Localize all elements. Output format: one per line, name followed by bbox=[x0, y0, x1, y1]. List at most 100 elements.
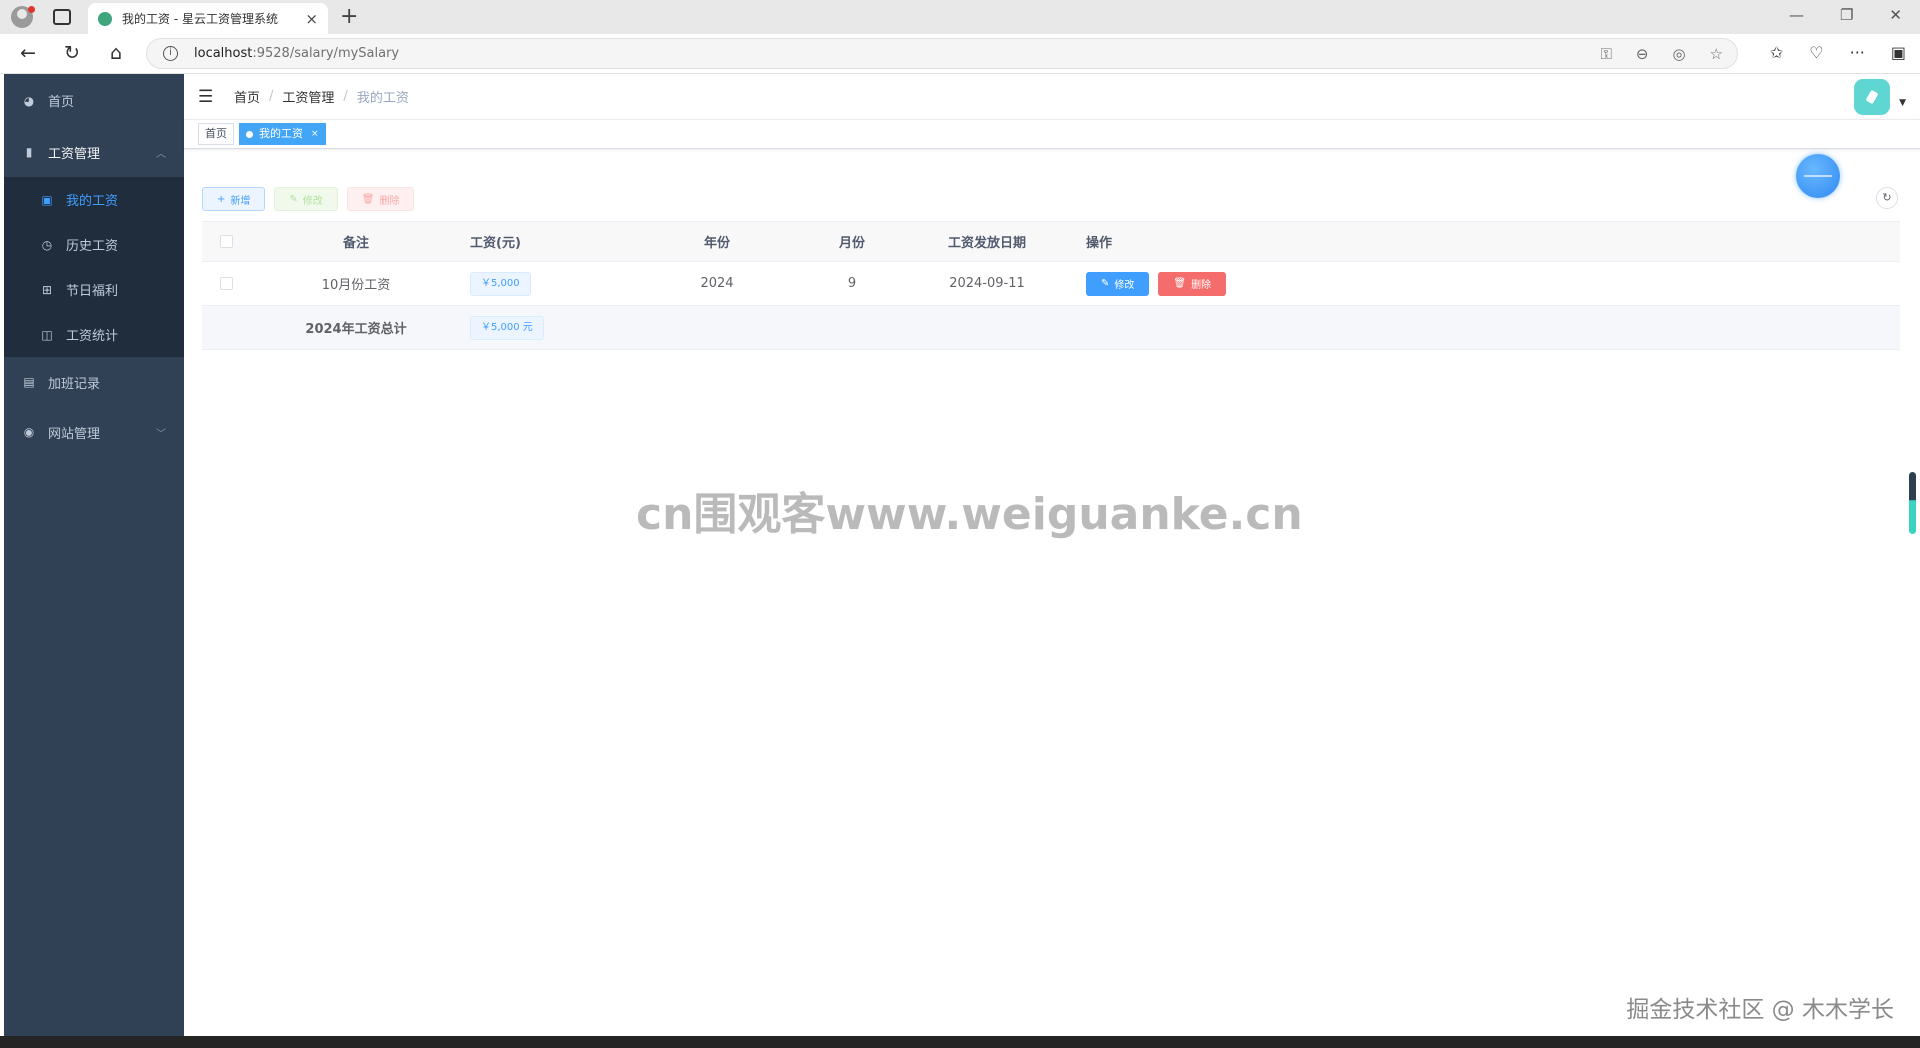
tag-home[interactable]: 首页 bbox=[198, 123, 234, 145]
sidebar-item-salary-stats[interactable]: ◫ 工资统计 bbox=[4, 312, 184, 357]
edit-button-label: 修改 bbox=[302, 195, 323, 207]
sidebar-item-label: 节日福利 bbox=[66, 284, 119, 299]
tab-actions-icon[interactable] bbox=[53, 9, 71, 25]
url-path: :9528/salary/mySalary bbox=[252, 46, 400, 61]
browser-tab[interactable]: 我的工资 - 星云工资管理系统 × bbox=[88, 3, 328, 34]
add-button-label: 新增 bbox=[230, 195, 251, 207]
favorite-star-icon[interactable]: ☆ bbox=[1710, 45, 1723, 63]
breadcrumb-current: 我的工资 bbox=[356, 91, 409, 106]
sidebar-group-salary[interactable]: ▮ 工资管理 ︿ bbox=[4, 127, 184, 177]
chevron-up-icon: ︿ bbox=[156, 148, 166, 160]
header-year: 年份 bbox=[703, 236, 730, 251]
tag-label: 我的工资 bbox=[259, 127, 303, 140]
clock-icon: ◷ bbox=[41, 237, 53, 252]
navbar: ☰ 首页 / 工资管理 / 我的工资 ▼ bbox=[184, 74, 1920, 120]
delete-button[interactable]: 🗑 删除 bbox=[346, 187, 415, 211]
favorites-icon[interactable]: ✩ bbox=[1770, 43, 1783, 62]
sidebar-item-my-salary[interactable]: ▣ 我的工资 bbox=[4, 177, 184, 222]
close-window-button[interactable]: ✕ bbox=[1889, 6, 1902, 24]
url-actions: ⚿ ⊖ ◎ ☆ bbox=[1600, 45, 1723, 63]
trash-icon: 🗑 bbox=[1173, 278, 1187, 289]
breadcrumb-home[interactable]: 首页 bbox=[234, 87, 260, 106]
sidebar-toggle-icon[interactable]: ▣ bbox=[1891, 43, 1906, 62]
reload-icon[interactable]: ↻ bbox=[60, 42, 84, 64]
url-host: localhost bbox=[194, 46, 253, 61]
credit-text: 掘金技术社区 @ 木木学长 bbox=[1626, 997, 1894, 1023]
notification-dot bbox=[28, 6, 35, 13]
sidebar-item-label: 网站管理 bbox=[48, 426, 101, 442]
row-checkbox[interactable] bbox=[219, 277, 233, 290]
floating-widget[interactable] bbox=[1796, 154, 1840, 198]
tag-close-icon[interactable]: × bbox=[311, 124, 319, 144]
cell-pay-date: 2024-09-11 bbox=[949, 276, 1025, 291]
row-edit-label: 修改 bbox=[1114, 280, 1135, 291]
taskbar-strip bbox=[0, 1036, 1920, 1048]
caret-down-icon[interactable]: ▼ bbox=[1899, 98, 1906, 108]
chart-icon: ▮ bbox=[25, 145, 33, 159]
translate-icon[interactable]: ◎ bbox=[1672, 45, 1685, 63]
avatar[interactable] bbox=[1854, 79, 1890, 115]
sidebar: ◕ 首页 ▮ 工资管理 ︿ ▣ 我的工资 ◷ 历史工资 ⊞ 节日福利 ◫ 工资统… bbox=[4, 74, 184, 1036]
cell-salary: ￥5,000 bbox=[470, 271, 531, 296]
breadcrumb-salary[interactable]: 工资管理 bbox=[282, 87, 334, 106]
edit-button[interactable]: ✎ 修改 bbox=[274, 187, 338, 211]
edit-icon: ✎ bbox=[289, 193, 298, 205]
row-delete-button[interactable]: 🗑 删除 bbox=[1158, 271, 1227, 296]
sidebar-item-label: 工资管理 bbox=[48, 146, 101, 162]
row-edit-button[interactable]: ✎ 修改 bbox=[1086, 271, 1150, 296]
hamburger-icon[interactable]: ☰ bbox=[198, 87, 218, 107]
tab-close-button[interactable]: × bbox=[305, 10, 318, 28]
zoom-out-icon[interactable]: ⊖ bbox=[1636, 45, 1649, 63]
site-info-icon[interactable]: i bbox=[163, 46, 178, 61]
plus-icon: + bbox=[217, 193, 226, 205]
active-dot bbox=[246, 130, 253, 138]
row-actions: ✎ 修改 🗑 删除 bbox=[1072, 271, 1900, 296]
sidebar-item-overtime[interactable]: ▤ 加班记录 bbox=[4, 357, 184, 407]
sidebar-item-home[interactable]: ◕ 首页 bbox=[4, 74, 184, 127]
chevron-down-icon: ﹀ bbox=[156, 428, 166, 440]
salary-submenu: ▣ 我的工资 ◷ 历史工资 ⊞ 节日福利 ◫ 工资统计 bbox=[4, 177, 184, 357]
breadcrumb-separator: / bbox=[343, 89, 348, 104]
add-button[interactable]: + 新增 bbox=[202, 187, 266, 211]
sidebar-item-label: 加班记录 bbox=[48, 376, 101, 392]
watermark-text: cn围观客www.weiguanke.cn bbox=[636, 489, 1303, 540]
salary-table: 备注 工资(元) 年份 月份 工资发放日期 操作 10月份工资 ￥5,000 2… bbox=[202, 221, 1900, 350]
address-bar-row: ← ↻ ⌂ i localhost:9528/salary/mySalary ⚿… bbox=[0, 34, 1920, 74]
sidebar-item-site-management[interactable]: ◉ 网站管理 ﹀ bbox=[4, 407, 184, 457]
edit-icon: ✎ bbox=[1101, 278, 1110, 289]
sidebar-item-label: 首页 bbox=[48, 95, 75, 110]
sidebar-item-holiday-benefits[interactable]: ⊞ 节日福利 bbox=[4, 267, 184, 312]
home-icon[interactable]: ⌂ bbox=[104, 42, 128, 64]
scrollbar-thumb[interactable] bbox=[1909, 472, 1916, 534]
sidebar-item-history-salary[interactable]: ◷ 历史工资 bbox=[4, 222, 184, 267]
select-all-checkbox[interactable] bbox=[219, 235, 233, 248]
new-tab-button[interactable]: + bbox=[340, 4, 358, 29]
sidebar-item-label: 我的工资 bbox=[66, 194, 119, 209]
window-controls: — ❐ ✕ bbox=[1789, 6, 1902, 24]
breadcrumb: 首页 / 工资管理 / 我的工资 bbox=[234, 87, 409, 106]
breadcrumb-separator: / bbox=[269, 89, 274, 104]
back-icon[interactable]: ← bbox=[16, 42, 40, 64]
cell-note: 10月份工资 bbox=[321, 278, 391, 293]
cell-month: 9 bbox=[847, 276, 857, 291]
header-note: 备注 bbox=[342, 236, 369, 251]
favicon-icon bbox=[98, 11, 112, 26]
restore-button[interactable]: ❐ bbox=[1840, 6, 1853, 24]
tag-my-salary[interactable]: 我的工资 × bbox=[239, 123, 326, 145]
tags-view: 首页 我的工资 × bbox=[184, 120, 1920, 149]
refresh-icon[interactable]: ↻ bbox=[1876, 187, 1898, 209]
table-toolbar: + 新增 ✎ 修改 🗑 删除 bbox=[202, 187, 415, 211]
trash-icon: 🗑 bbox=[361, 193, 375, 205]
table-summary-row: 2024年工资总计 ￥5,000 元 bbox=[202, 306, 1900, 350]
url-field[interactable]: i localhost:9528/salary/mySalary ⚿ ⊖ ◎ ☆ bbox=[146, 38, 1738, 69]
extensions-icon[interactable]: ♡ bbox=[1809, 43, 1823, 62]
header-salary: 工资(元) bbox=[470, 236, 521, 251]
row-delete-label: 删除 bbox=[1191, 280, 1212, 291]
header-month: 月份 bbox=[838, 236, 865, 251]
minimize-button[interactable]: — bbox=[1789, 6, 1804, 24]
cell-year: 2024 bbox=[700, 276, 734, 291]
more-icon[interactable]: ··· bbox=[1850, 43, 1865, 62]
calendar-icon: ▤ bbox=[23, 375, 35, 389]
key-icon[interactable]: ⚿ bbox=[1600, 45, 1611, 63]
summary-label: 2024年工资总计 bbox=[305, 322, 407, 337]
